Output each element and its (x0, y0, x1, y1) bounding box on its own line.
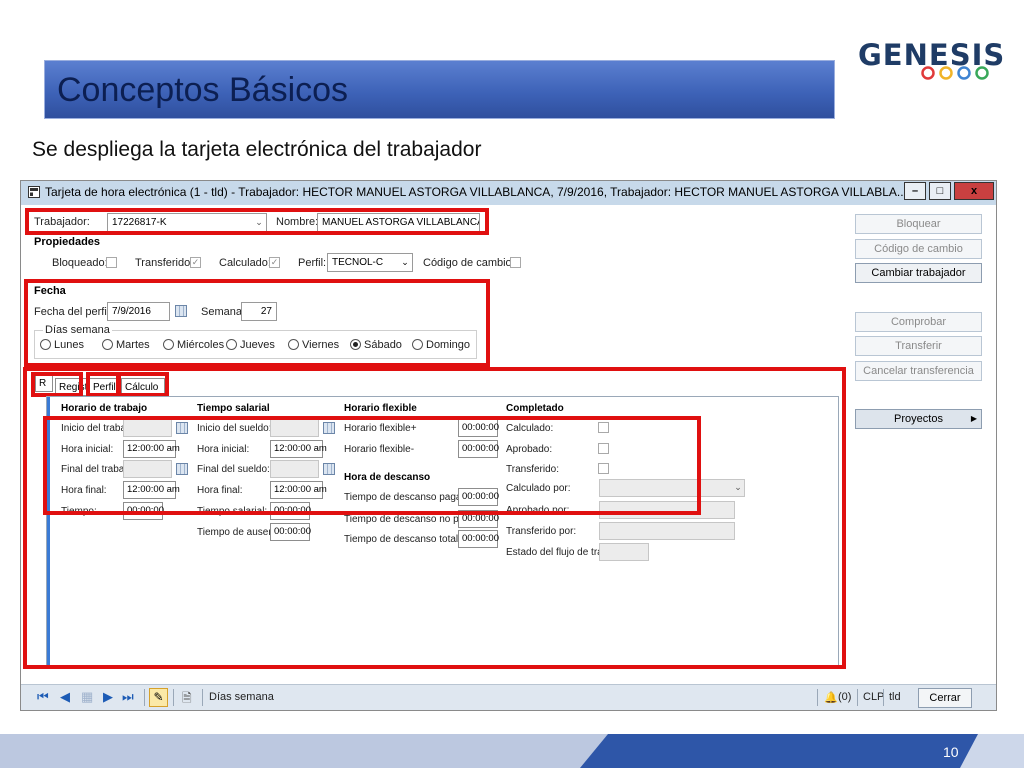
bell-icon[interactable]: 🔔 (824, 691, 838, 704)
minimize-icon: – (911, 185, 919, 197)
last-record-icon[interactable]: ⏭ (122, 689, 134, 705)
logo-rings-icon (921, 66, 989, 80)
bloquear-button[interactable]: Bloquear (855, 214, 982, 234)
company-label[interactable]: tld (889, 691, 901, 703)
divider (857, 689, 858, 706)
close-window-button[interactable]: x (954, 182, 994, 200)
divider (817, 689, 818, 706)
alerts-count[interactable]: (0) (838, 691, 851, 703)
grid-view-icon[interactable]: ▦ (81, 689, 93, 705)
slide: Conceptos Básicos GENESIS Se despliega l… (0, 0, 1024, 768)
edit-pencil-icon[interactable]: ✎ (149, 688, 168, 707)
proyectos-label: Proyectos (894, 413, 943, 425)
highlight-time-fields (43, 416, 701, 515)
codigo-cambio-checkbox[interactable] (510, 257, 521, 268)
slide-subtitle: Se despliega la tarjeta electrónica del … (32, 138, 482, 161)
divider (173, 689, 174, 706)
slide-title: Conceptos Básicos (57, 71, 349, 109)
window-title: Tarjeta de hora electrónica (1 - tld) - … (45, 185, 907, 199)
transferido-label: Transferido: (135, 257, 194, 269)
codigo-cambio-label: Código de cambio: (423, 257, 515, 269)
minimize-button[interactable]: – (904, 182, 926, 200)
cancelar-transferencia-button[interactable]: Cancelar transferencia (855, 361, 982, 381)
codigo-cambio-button[interactable]: Código de cambio (855, 239, 982, 259)
chevron-down-icon[interactable]: ⌄ (397, 254, 413, 271)
next-record-icon[interactable]: ▶ (103, 689, 113, 705)
highlight-registro-panel (23, 367, 846, 669)
comprobar-button[interactable]: Comprobar (855, 312, 982, 332)
genesis-logo: GENESIS (858, 38, 1004, 84)
previous-record-icon[interactable]: ◀ (60, 689, 70, 705)
slide-title-bar: Conceptos Básicos (44, 60, 835, 119)
properties-title: Propiedades (34, 236, 101, 248)
calculado-checkbox[interactable]: ✓ (269, 257, 280, 268)
bloqueado-label: Bloqueado: (52, 257, 108, 269)
status-dias-semana: Días semana (209, 691, 274, 703)
divider (883, 689, 884, 706)
window-title-bar: Tarjeta de hora electrónica (1 - tld) - … (21, 181, 996, 205)
divider (144, 689, 145, 706)
arrow-right-icon: ▶ (970, 414, 977, 423)
maximize-icon: □ (936, 185, 944, 197)
app-icon (28, 186, 40, 198)
calculado-label: Calculado: (219, 257, 271, 269)
close-icon: x (970, 185, 978, 197)
proyectos-button[interactable]: Proyectos ▶ (855, 409, 982, 429)
cerrar-button[interactable]: Cerrar (918, 688, 972, 708)
highlight-worker (25, 208, 489, 235)
timecard-window: Tarjeta de hora electrónica (1 - tld) - … (20, 180, 997, 711)
divider (202, 689, 203, 706)
currency-label[interactable]: CLP (863, 691, 884, 703)
first-record-icon[interactable]: ⏮ (37, 689, 49, 705)
perfil-label: Perfil: (298, 257, 327, 269)
transferir-button[interactable]: Transferir (855, 336, 982, 356)
document-icon[interactable]: 🗎 (182, 689, 192, 710)
transferido-checkbox[interactable]: ✓ (190, 257, 201, 268)
maximize-button[interactable]: □ (929, 182, 951, 200)
highlight-fecha (24, 279, 490, 367)
bloqueado-checkbox[interactable] (106, 257, 117, 268)
page-number: 10 (943, 744, 959, 760)
cambiar-trabajador-button[interactable]: Cambiar trabajador (855, 263, 982, 283)
status-bar: ⏮ ◀ ▦ ▶ ⏭ ✎ 🗎 Días semana 🔔 (0) CLP tld … (21, 684, 996, 710)
